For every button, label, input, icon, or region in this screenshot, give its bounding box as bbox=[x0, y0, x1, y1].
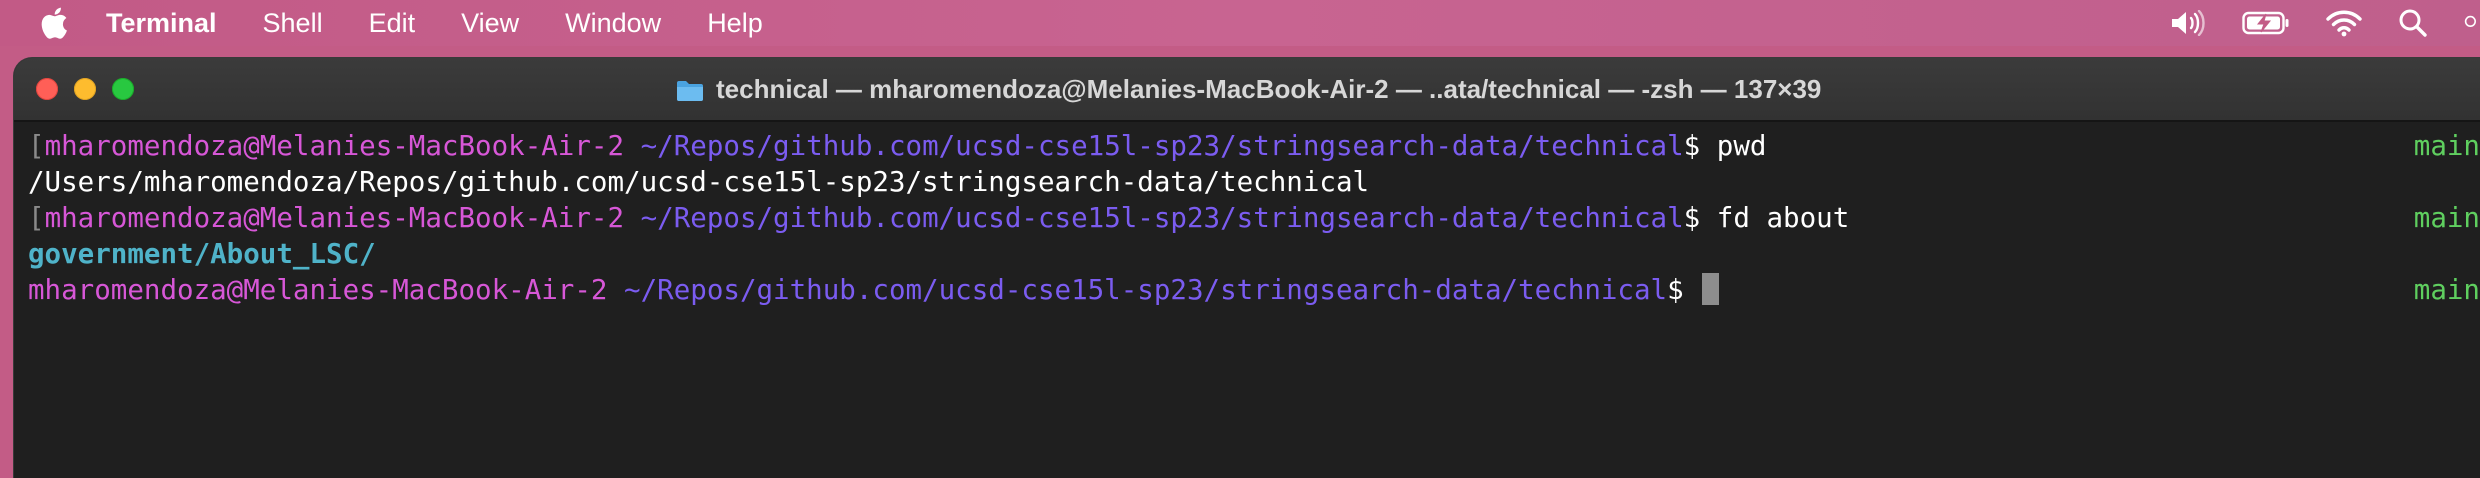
prompt-user-host: mharomendoza@Melanies-MacBook-Air-2 bbox=[28, 274, 608, 306]
menu-window[interactable]: Window bbox=[565, 8, 661, 39]
menu-view[interactable]: View bbox=[461, 8, 519, 39]
prompt-symbol: $ bbox=[1667, 274, 1684, 306]
menu-shell[interactable]: Shell bbox=[263, 8, 323, 39]
prompt-user-host: mharomendoza@Melanies-MacBook-Air-2 bbox=[44, 130, 625, 162]
prompt-line: [mharomendoza@Melanies-MacBook-Air-2 ~/R… bbox=[28, 128, 1766, 164]
prompt-symbol: $ bbox=[1683, 202, 1701, 234]
git-branch-label: main bbox=[2413, 202, 2480, 234]
menu-app-terminal[interactable]: Terminal bbox=[106, 8, 217, 39]
status-area bbox=[2170, 0, 2480, 46]
menu-edit[interactable]: Edit bbox=[369, 8, 416, 39]
command-output: /Users/mharomendoza/Repos/github.com/ucs… bbox=[28, 166, 1370, 198]
battery-charging-icon[interactable] bbox=[2242, 11, 2290, 35]
prompt-path: ~/Repos/github.com/ucsd-cse15l-sp23/stri… bbox=[640, 130, 1684, 162]
prompt-user-host: mharomendoza@Melanies-MacBook-Air-2 bbox=[44, 202, 625, 234]
volume-icon[interactable] bbox=[2170, 10, 2206, 36]
git-branch-label: main bbox=[2413, 274, 2480, 306]
prompt-path: ~/Repos/github.com/ucsd-cse15l-sp23/stri… bbox=[624, 274, 1668, 306]
folder-icon bbox=[676, 78, 704, 101]
prompt-bracket: [ bbox=[28, 202, 45, 234]
prompt-line-active: mharomendoza@Melanies-MacBook-Air-2 ~/Re… bbox=[28, 272, 1720, 308]
prompt-bracket: [ bbox=[28, 130, 45, 162]
control-center-icon[interactable] bbox=[2464, 8, 2480, 38]
command-text: pwd bbox=[1716, 130, 1767, 162]
git-branch-label: main bbox=[2413, 130, 2480, 162]
terminal-content[interactable]: [mharomendoza@Melanies-MacBook-Air-2 ~/R… bbox=[14, 122, 2480, 478]
wifi-icon[interactable] bbox=[2326, 9, 2362, 37]
command-output-directory: government/About_LSC/ bbox=[28, 238, 376, 270]
window-title-text: technical — mharomendoza@Melanies-MacBoo… bbox=[716, 73, 1822, 104]
prompt-symbol: $ bbox=[1683, 130, 1701, 162]
search-icon[interactable] bbox=[2398, 8, 2428, 38]
window-title: technical — mharomendoza@Melanies-MacBoo… bbox=[14, 58, 2480, 120]
menu-bar: Terminal Shell Edit View Window Help bbox=[0, 0, 2480, 46]
terminal-window[interactable]: technical — mharomendoza@Melanies-MacBoo… bbox=[14, 58, 2480, 478]
text-cursor[interactable] bbox=[1702, 273, 1720, 305]
prompt-path: ~/Repos/github.com/ucsd-cse15l-sp23/stri… bbox=[640, 202, 1684, 234]
menu-help[interactable]: Help bbox=[707, 8, 763, 39]
apple-logo-icon[interactable] bbox=[38, 6, 70, 40]
title-bar[interactable]: technical — mharomendoza@Melanies-MacBoo… bbox=[14, 58, 2480, 122]
prompt-line: [mharomendoza@Melanies-MacBook-Air-2 ~/R… bbox=[28, 200, 1849, 236]
command-text: fd about bbox=[1716, 202, 1850, 234]
